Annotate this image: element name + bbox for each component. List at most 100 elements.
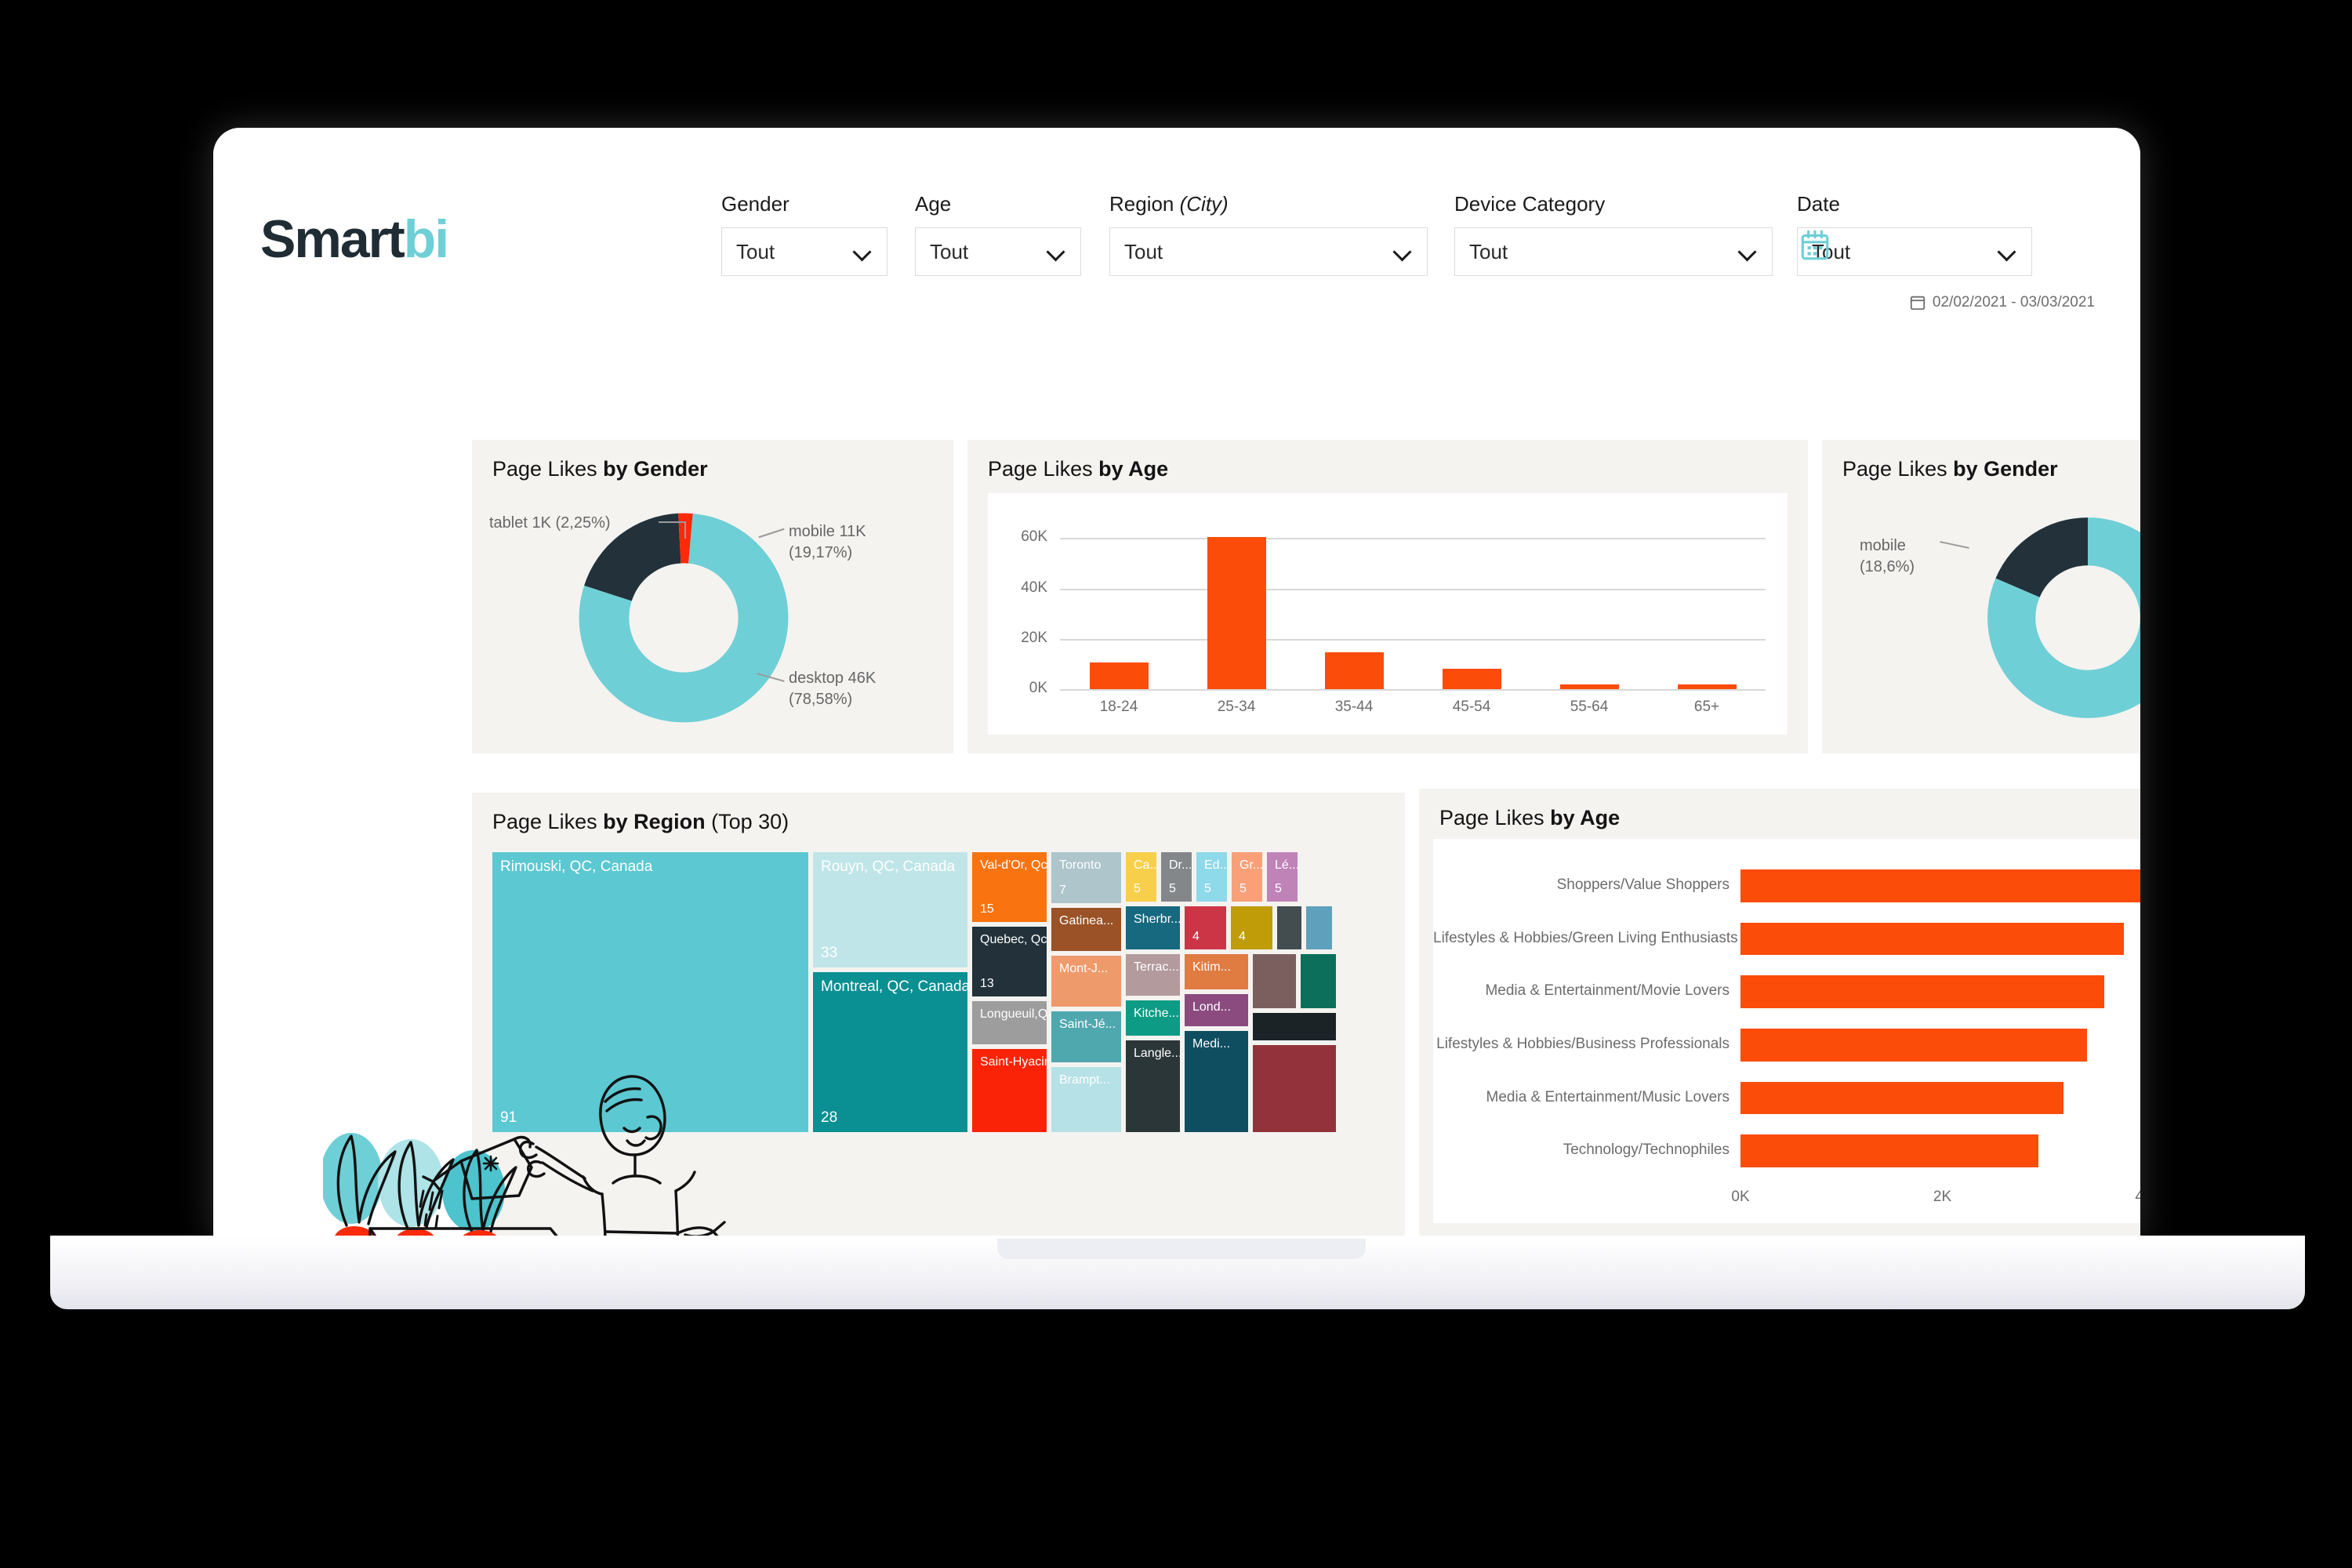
treemap-tile-label: Longueuil,Qc... — [980, 1007, 1047, 1021]
treemap-tile-value: 5 — [1275, 882, 1282, 895]
calendar-icon[interactable] — [1798, 229, 1831, 262]
treemap-tile[interactable] — [1253, 1045, 1336, 1132]
treemap-tile-label: Terrac... — [1134, 960, 1179, 974]
gardener-illustration — [323, 1075, 726, 1241]
bar[interactable] — [1740, 1028, 2087, 1062]
bar[interactable] — [1324, 652, 1384, 689]
app-logo[interactable]: Smartbi — [260, 212, 449, 266]
treemap-tile[interactable] — [1277, 906, 1301, 949]
treemap-tile[interactable]: Medi... — [1185, 1031, 1248, 1132]
treemap-tile[interactable]: Montreal, QC, Canada 28 — [813, 972, 967, 1132]
treemap-tile-label: Gr... — [1240, 858, 1262, 872]
treemap-tile[interactable]: Sherbr... — [1126, 906, 1180, 949]
treemap-tile-label: Lond... — [1192, 1000, 1231, 1014]
filter-gender-select[interactable]: Tout — [721, 227, 887, 276]
treemap-tile[interactable] — [1253, 954, 1296, 1008]
filter-age-select[interactable]: Tout — [915, 227, 1081, 276]
treemap-tile-value: 4 — [1192, 930, 1200, 943]
treemap-tile[interactable]: Saint-Jé... — [1051, 1011, 1121, 1062]
treemap-tile[interactable]: Ed... 5 — [1196, 852, 1227, 902]
bar-chart-plot-area[interactable]: 0K 20K 40K 60K 18-24 25-34 35-44 45-54 55-64 65+ — [988, 493, 1788, 735]
treemap-tile[interactable]: Kitim... — [1185, 954, 1248, 989]
treemap-tile[interactable]: Mont-J... — [1051, 956, 1121, 1007]
treemap-tile-label: Toronto — [1059, 858, 1102, 872]
filter-age: Age Tout — [915, 192, 1081, 276]
bar[interactable] — [1740, 1081, 2063, 1115]
treemap-tile-label: Brampt... — [1059, 1073, 1110, 1087]
treemap-tile[interactable]: Dr... 5 — [1161, 852, 1192, 902]
card-page-likes-by-age-bar: Page Likes by Age 0K 20K 40K 60K 18-24 25-34 3… — [967, 440, 1808, 753]
filter-device-category-select[interactable]: Tout — [1454, 227, 1773, 276]
filter-gender: Gender Tout — [721, 192, 887, 276]
treemap-tile[interactable]: Ca... 5 — [1126, 852, 1156, 902]
treemap-tile[interactable]: Quebec, Qc,... 13 — [972, 927, 1047, 996]
filter-date-select[interactable]: Tout — [1797, 227, 2032, 276]
treemap-tile[interactable]: 4 — [1231, 906, 1272, 949]
card-title: Page Likes by Age — [988, 457, 1169, 481]
bar[interactable] — [1559, 684, 1619, 689]
gridline — [1060, 638, 1766, 641]
treemap-tile[interactable]: Val-d'Or, Qc,... 15 — [972, 852, 1047, 922]
filter-date-value: Tout — [1812, 239, 1851, 263]
treemap-tile[interactable]: 4 — [1185, 906, 1226, 949]
chevron-down-icon — [1739, 243, 1756, 260]
treemap-tile[interactable]: Gr... 5 — [1232, 852, 1262, 902]
y-axis-category-label: Lifestyles & Hobbies/Business Profession… — [1436, 1035, 1730, 1052]
treemap-tile[interactable]: Terrac... — [1126, 954, 1180, 996]
chevron-down-icon — [1998, 243, 2016, 260]
filter-region-select[interactable]: Tout — [1109, 227, 1428, 276]
bar[interactable] — [1740, 1134, 2038, 1168]
x-axis-tick: 45-54 — [1452, 699, 1491, 715]
treemap-tile[interactable] — [1306, 906, 1332, 949]
card-page-likes-by-age-hbar: Page Likes by Age Shoppers/Value Shopper… — [1419, 789, 2140, 1240]
y-axis-category-label: Media & Entertainment/Music Lovers — [1486, 1088, 1730, 1105]
treemap-tile[interactable]: Kitche... — [1126, 1000, 1180, 1036]
treemap-tile-label: Medi... — [1192, 1037, 1231, 1051]
treemap-tile-value: 4 — [1239, 930, 1246, 943]
bar[interactable] — [1677, 684, 1737, 689]
dashboard-screen: Smartbi Gender Tout Age Tout Region (Cit… — [213, 128, 2140, 1241]
filter-region-value: Tout — [1124, 239, 1163, 263]
treemap-tile[interactable]: Gatinea... — [1051, 908, 1121, 951]
date-range-text: 02/02/2021 - 03/03/2021 — [1932, 294, 2095, 310]
bar[interactable] — [1089, 662, 1149, 689]
treemap-tile-value: 5 — [1134, 882, 1141, 895]
treemap-tile-value: 15 — [980, 902, 994, 916]
x-axis-tick: 0K — [1731, 1189, 1750, 1205]
treemap-tile-label: Val-d'Or, Qc,... — [980, 858, 1047, 872]
treemap-tile-label: Kitim... — [1192, 960, 1231, 974]
treemap-tile[interactable] — [1253, 1013, 1336, 1040]
treemap-tile[interactable]: Longueuil,Qc... — [972, 1001, 1047, 1044]
treemap-tile[interactable]: Saint-Hyacin... — [972, 1049, 1047, 1132]
treemap-tile-label: Montreal, QC, Canada — [821, 978, 967, 995]
donut-chart-gender-2[interactable] — [1979, 509, 2140, 727]
filter-age-label: Age — [915, 192, 952, 216]
date-range-indicator: 02/02/2021 - 03/03/2021 — [1909, 294, 2095, 311]
donut-callout-mobile: mobile 11K (19,17%) — [789, 523, 866, 561]
treemap-tile[interactable]: Lé... 5 — [1267, 852, 1298, 902]
donut-chart-gender-1[interactable] — [570, 504, 797, 731]
card-title: Page Likes by Gender — [492, 457, 708, 481]
treemap-tile-label: Mont-J... — [1059, 962, 1109, 975]
donut-callout-tablet: tablet 1K (2,25%) — [489, 514, 611, 532]
treemap-tile-label: Dr... — [1169, 858, 1192, 872]
bar[interactable] — [1442, 669, 1501, 689]
treemap-tile[interactable]: Langle... — [1126, 1040, 1180, 1132]
bar[interactable] — [1740, 922, 2125, 956]
card-title: Page Likes by Age — [1439, 806, 1621, 829]
bar[interactable] — [1207, 536, 1266, 689]
treemap-tile-value: 28 — [821, 1109, 838, 1126]
treemap-tile-value: 5 — [1240, 882, 1247, 895]
bar[interactable] — [1740, 869, 2140, 902]
treemap-tile[interactable]: Lond... — [1185, 994, 1248, 1026]
card-title: Page Likes by Region (Top 30) — [492, 810, 789, 833]
x-axis-tick: 65+ — [1693, 699, 1720, 715]
treemap-tile[interactable] — [1301, 954, 1336, 1008]
treemap-tile[interactable]: Brampt... — [1051, 1067, 1121, 1132]
gridline — [1060, 689, 1766, 691]
hbar-chart-plot-area[interactable]: Shoppers/Value Shoppers Lifestyles & Hobb… — [1433, 839, 2140, 1223]
treemap-tile[interactable]: Toronto 7 — [1051, 852, 1121, 903]
bar[interactable] — [1740, 975, 2104, 1009]
treemap-tile[interactable]: Rouyn, QC, Canada 33 — [813, 852, 967, 967]
filter-region: Region (City) Tout — [1109, 192, 1428, 276]
